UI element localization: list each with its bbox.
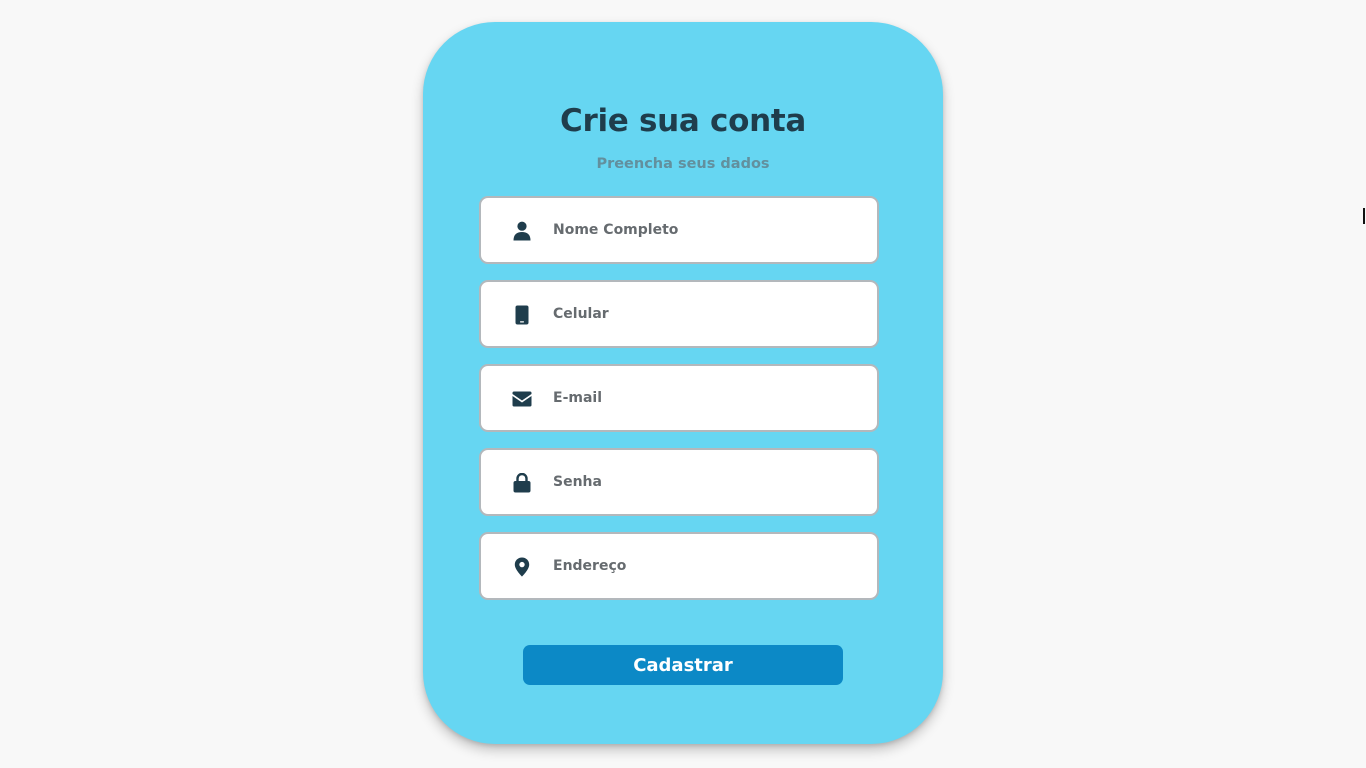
signup-card: Crie sua conta Preencha seus dados Nome … — [423, 22, 943, 744]
full-name-input[interactable] — [553, 198, 863, 262]
address-input[interactable] — [553, 534, 863, 598]
password-field — [479, 448, 879, 516]
text-cursor-icon — [1363, 208, 1365, 224]
phone-input[interactable] — [553, 282, 863, 346]
register-button[interactable]: Cadastrar — [523, 645, 843, 685]
user-icon — [511, 220, 533, 242]
address-field — [479, 532, 879, 600]
email-field — [479, 364, 879, 432]
map-pin-icon — [511, 556, 533, 578]
lock-icon — [511, 472, 533, 494]
email-input[interactable] — [553, 366, 863, 430]
page-subtitle: Preencha seus dados — [596, 156, 770, 172]
password-input[interactable] — [553, 450, 863, 514]
mobile-phone-icon — [511, 304, 533, 326]
full-name-field — [479, 196, 879, 264]
page-title: Crie sua conta — [560, 103, 806, 139]
envelope-icon — [511, 388, 533, 410]
phone-field — [479, 280, 879, 348]
